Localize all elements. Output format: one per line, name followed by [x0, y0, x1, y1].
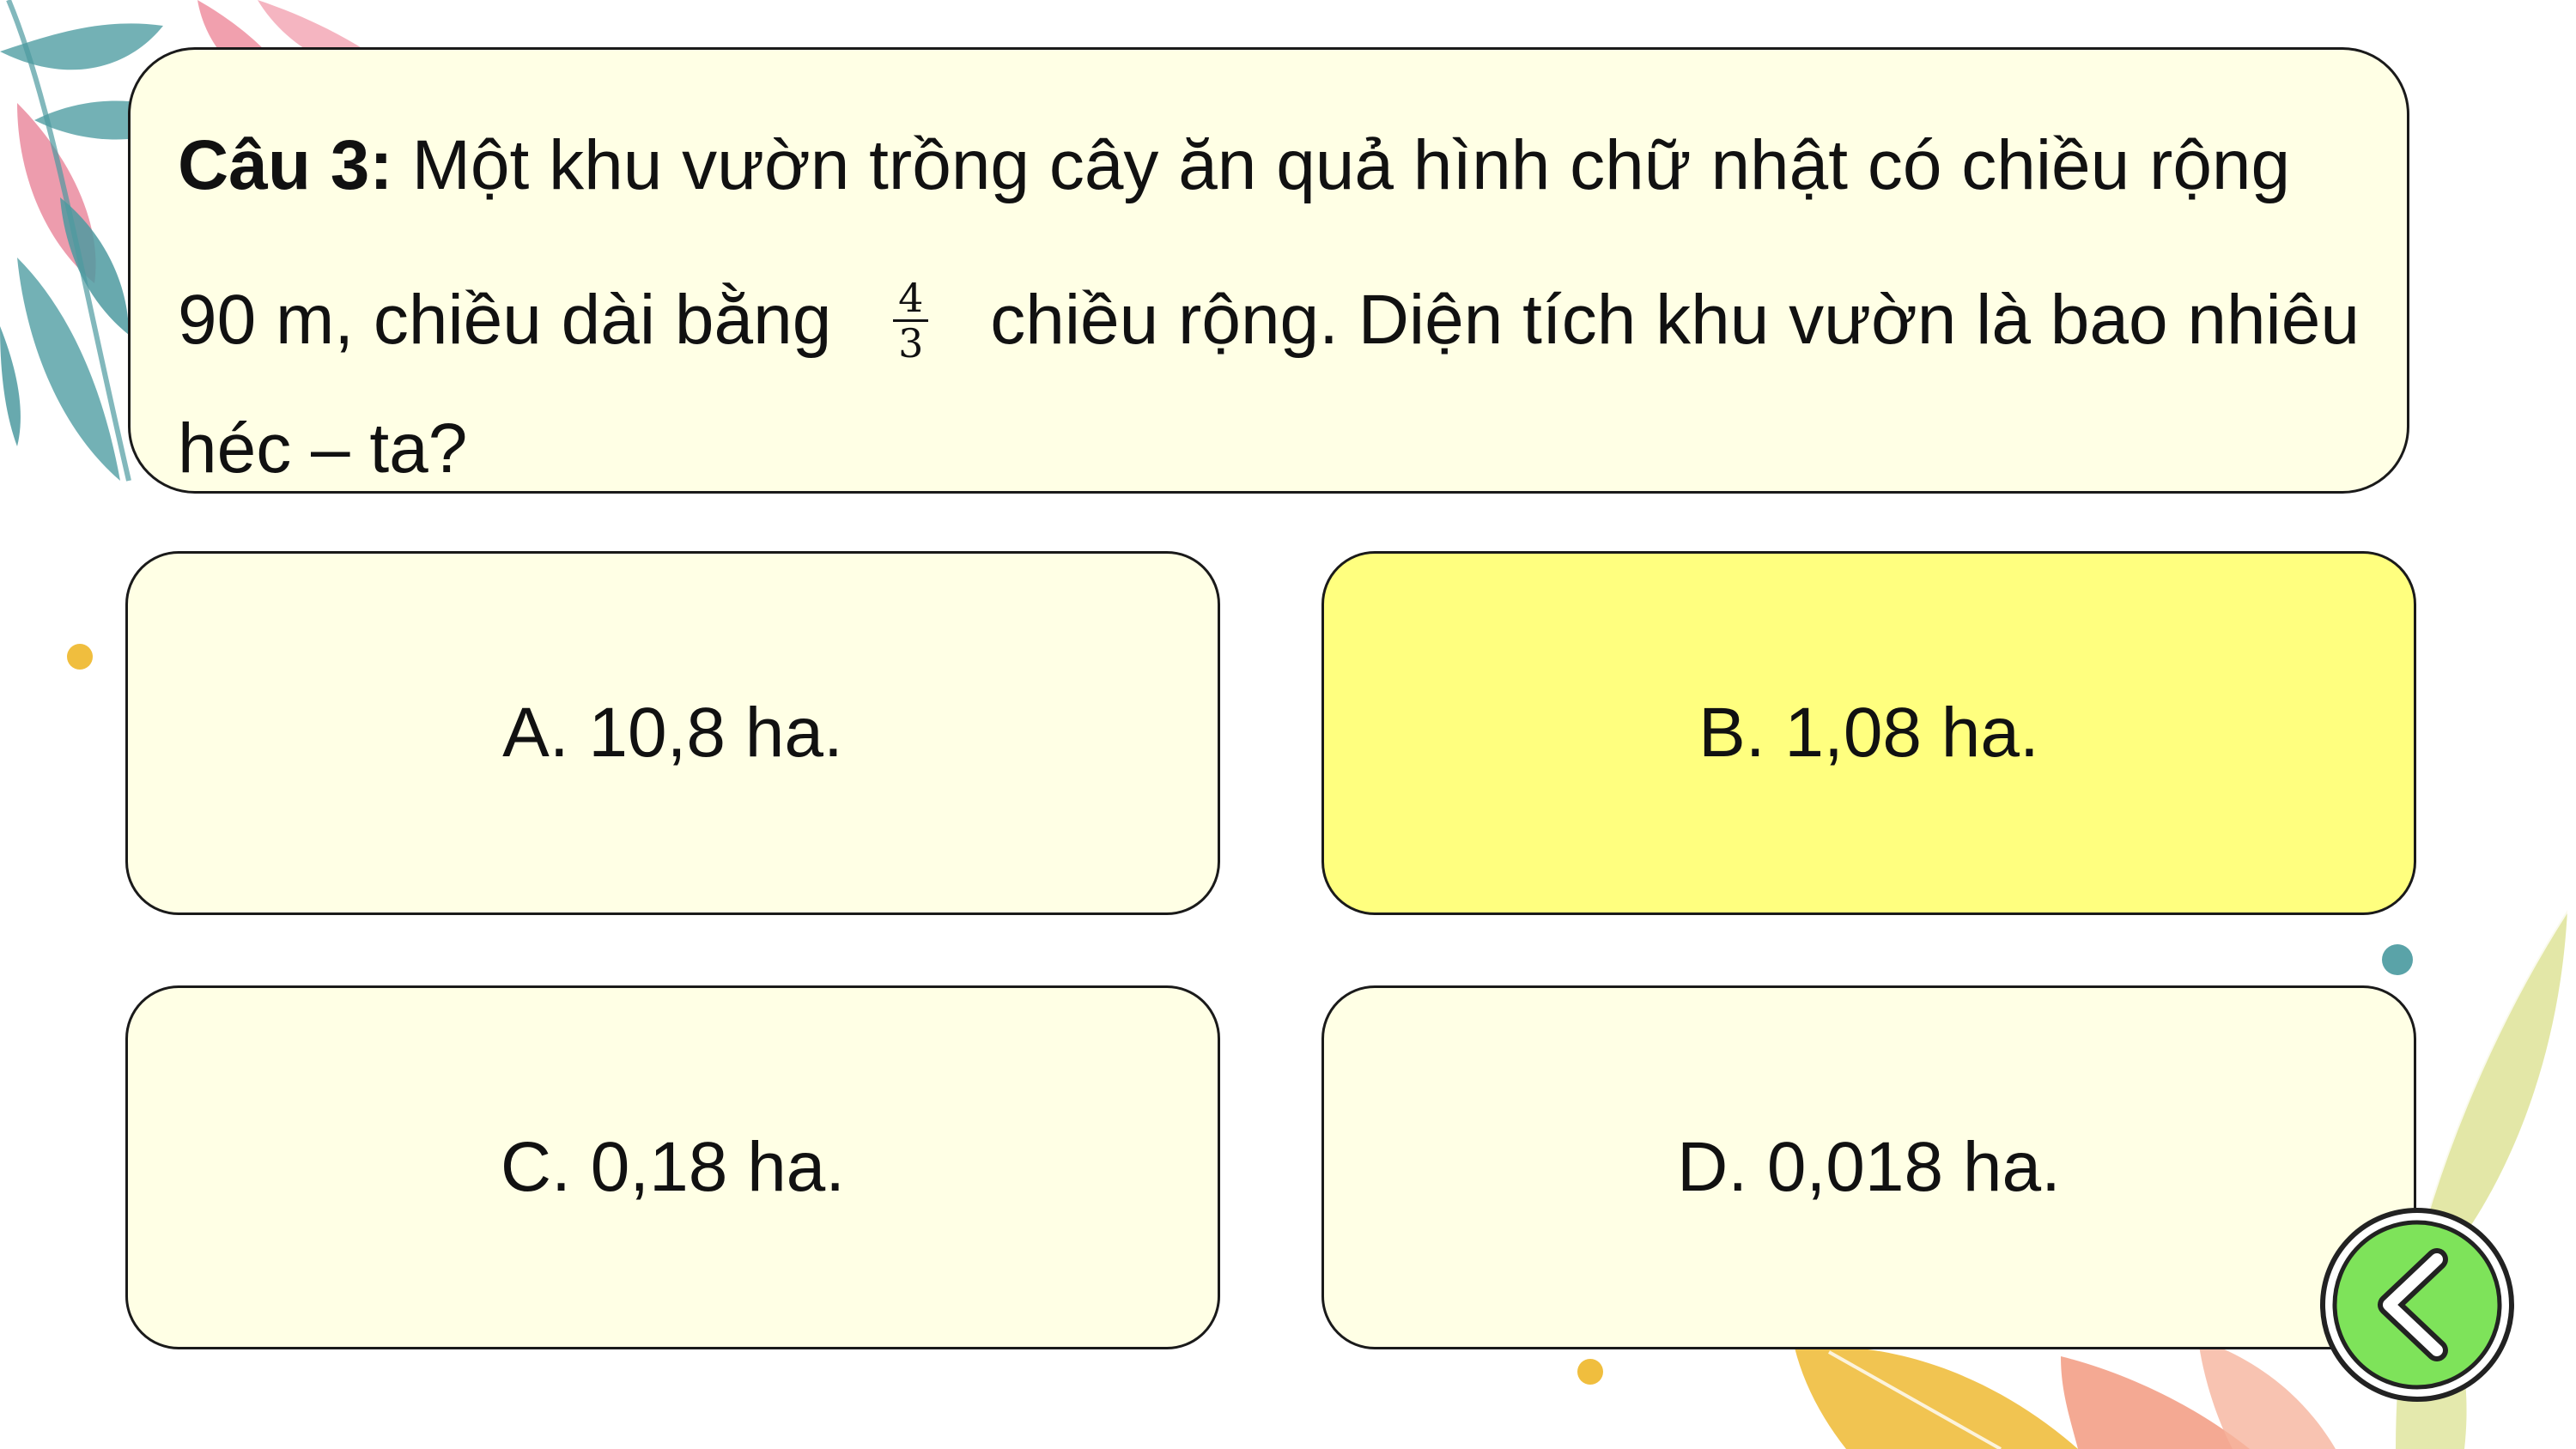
decor-dot — [1577, 1359, 1603, 1385]
answer-option-c[interactable]: C. 0,18 ha. — [125, 985, 1220, 1349]
question-line-3: héc – ta? — [178, 397, 2360, 500]
question-text-line-3: héc – ta? — [178, 409, 468, 488]
question-text-line-2-end: chiều rộng. Diện tích khu vườn là bao nh… — [990, 281, 2360, 359]
decor-dot — [67, 644, 93, 670]
answer-option-c-label: C. 0,18 ha. — [500, 1128, 846, 1206]
question-text-line-1: Một khu vườn trồng cây ăn quả hình chữ n… — [411, 126, 2291, 204]
question-text-line-2-start: 90 m, chiều dài bằng — [178, 281, 832, 359]
question-line-1: Câu 3: Một khu vườn trồng cây ăn quả hìn… — [178, 88, 2360, 243]
fraction-numerator: 4 — [893, 276, 929, 322]
fraction: 4 3 — [893, 276, 929, 367]
decor-dot — [2382, 944, 2413, 975]
answer-option-b[interactable]: B. 1,08 ha. — [1321, 551, 2416, 915]
answer-option-b-label: B. 1,08 ha. — [1698, 694, 2039, 772]
fraction-denominator: 3 — [898, 319, 924, 367]
answer-option-d-label: D. 0,018 ha. — [1677, 1128, 2061, 1206]
answer-option-a-label: A. 10,8 ha. — [502, 694, 843, 772]
question-line-2: 90 m, chiều dài bằng 4 3 chiều rộng. Diệ… — [178, 243, 2360, 397]
question-card: Câu 3: Một khu vườn trồng cây ăn quả hìn… — [128, 47, 2409, 494]
back-button[interactable] — [2318, 1206, 2516, 1404]
answer-option-a[interactable]: A. 10,8 ha. — [125, 551, 1220, 915]
answer-option-d[interactable]: D. 0,018 ha. — [1321, 985, 2416, 1349]
question-label: Câu 3: — [178, 126, 393, 204]
